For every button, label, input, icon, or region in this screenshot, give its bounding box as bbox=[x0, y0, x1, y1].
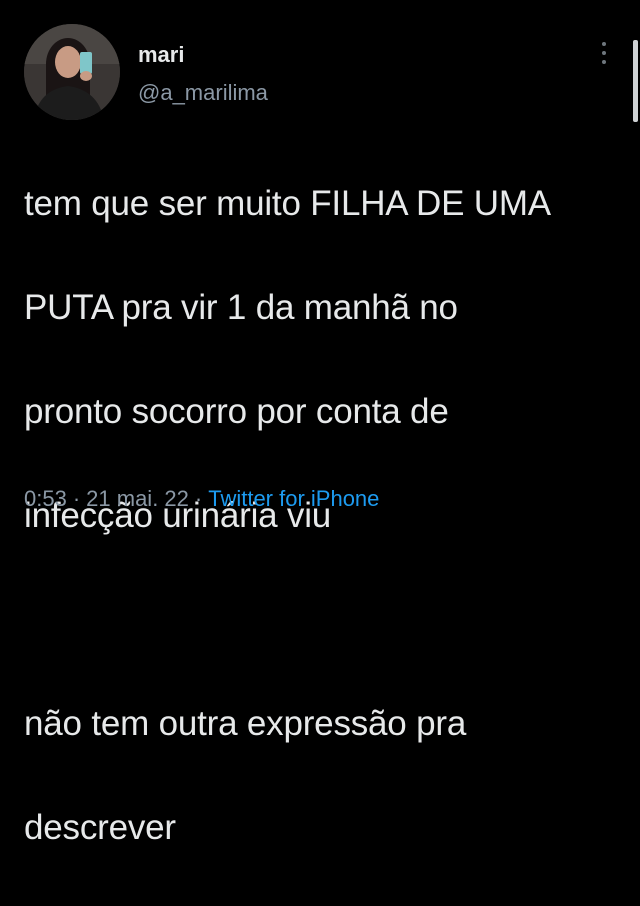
tweet-text-blank-line bbox=[24, 594, 624, 646]
meta-separator: · bbox=[72, 486, 81, 511]
tweet-text-line: tem que ser muito FILHA DE UMA bbox=[24, 184, 551, 223]
scrollbar[interactable] bbox=[633, 40, 638, 122]
tweet: mari @a_marilima tem que ser muito FILHA… bbox=[0, 0, 640, 847]
tweet-meta: 0:53 · 21 mai. 22 · Twitter for iPhone bbox=[24, 484, 379, 514]
tweet-text-line: não tem outra expressão pra bbox=[24, 704, 467, 743]
profile-photo-icon bbox=[24, 24, 120, 120]
tweet-text: tem que ser muito FILHA DE UMA PUTA pra … bbox=[24, 126, 624, 906]
tweet-text-line: pronto socorro por conta de bbox=[24, 392, 449, 431]
more-dot bbox=[602, 60, 606, 64]
tweet-text-line: PUTA pra vir 1 da manhã no bbox=[24, 288, 458, 327]
avatar[interactable] bbox=[24, 24, 120, 120]
author-name[interactable]: mari bbox=[138, 42, 184, 68]
tweet-date[interactable]: 21 mai. 22 bbox=[86, 486, 189, 511]
meta-separator: · bbox=[194, 486, 203, 511]
author-handle[interactable]: @a_marilima bbox=[138, 80, 268, 106]
tweet-source-link[interactable]: Twitter for iPhone bbox=[208, 486, 379, 511]
more-dot bbox=[602, 42, 606, 46]
more-dot bbox=[602, 51, 606, 55]
tweet-text-line: descrever bbox=[24, 808, 176, 847]
tweet-time[interactable]: 0:53 bbox=[24, 486, 67, 511]
more-vertical-icon[interactable] bbox=[594, 38, 614, 68]
